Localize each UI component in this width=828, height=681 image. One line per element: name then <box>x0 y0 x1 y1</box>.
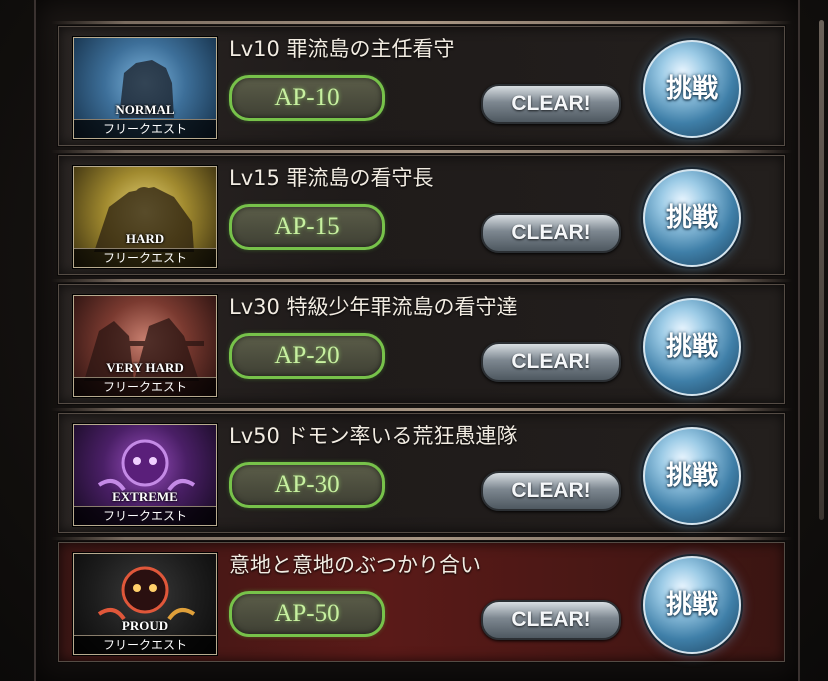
ap-cost-badge: AP-20 <box>229 333 385 379</box>
quest-row-3[interactable]: VERY HARD フリークエスト Lv30 特級少年罪流島の看守達 AP-20… <box>51 279 792 404</box>
difficulty-label: HARD <box>125 231 165 246</box>
quest-type-label: フリークエスト <box>74 119 216 138</box>
quest-thumbnail: NORMAL フリークエスト <box>73 37 217 139</box>
challenge-button[interactable]: 挑戦 <box>643 298 741 396</box>
quest-thumbnail: VERY HARD フリークエスト <box>73 295 217 397</box>
quest-title: Lv50 ドモン率いる荒狂愚連隊 <box>229 424 518 448</box>
quest-thumbnail: PROUD フリークエスト <box>73 553 217 655</box>
quest-thumbnail: HARD フリークエスト <box>73 166 217 268</box>
clear-badge: CLEAR! <box>481 600 621 640</box>
challenge-button[interactable]: 挑戦 <box>643 556 741 654</box>
quest-row-5[interactable]: PROUD フリークエスト 意地と意地のぶつかり合い AP-50 CLEAR! … <box>51 537 792 662</box>
clear-badge: CLEAR! <box>481 471 621 511</box>
ap-cost-badge: AP-30 <box>229 462 385 508</box>
difficulty-label: VERY HARD <box>106 360 184 375</box>
quest-type-label: フリークエスト <box>74 635 216 654</box>
difficulty-label: EXTREME <box>112 489 178 504</box>
difficulty-label: NORMAL <box>115 102 175 117</box>
ap-cost-badge: AP-50 <box>229 591 385 637</box>
challenge-button[interactable]: 挑戦 <box>643 169 741 267</box>
clear-badge: CLEAR! <box>481 342 621 382</box>
scrollbar[interactable] <box>819 20 824 520</box>
ap-cost-badge: AP-15 <box>229 204 385 250</box>
quest-title: Lv10 罪流島の主任看守 <box>229 37 455 61</box>
quest-title: Lv30 特級少年罪流島の看守達 <box>229 295 518 319</box>
quest-title: Lv15 罪流島の看守長 <box>229 166 434 190</box>
quest-row-2[interactable]: HARD フリークエスト Lv15 罪流島の看守長 AP-15 CLEAR! 挑… <box>51 150 792 275</box>
quest-type-label: フリークエスト <box>74 248 216 267</box>
challenge-button[interactable]: 挑戦 <box>643 427 741 525</box>
quest-thumbnail: EXTREME フリークエスト <box>73 424 217 526</box>
ap-cost-badge: AP-10 <box>229 75 385 121</box>
clear-badge: CLEAR! <box>481 84 621 124</box>
quest-title: 意地と意地のぶつかり合い <box>229 553 481 577</box>
quest-type-label: フリークエスト <box>74 506 216 525</box>
quest-row-1[interactable]: NORMAL フリークエスト Lv10 罪流島の主任看守 AP-10 CLEAR… <box>51 21 792 146</box>
quest-type-label: フリークエスト <box>74 377 216 396</box>
difficulty-label: PROUD <box>121 618 169 633</box>
clear-badge: CLEAR! <box>481 213 621 253</box>
challenge-button[interactable]: 挑戦 <box>643 40 741 138</box>
quest-row-4[interactable]: EXTREME フリークエスト Lv50 ドモン率いる荒狂愚連隊 AP-30 C… <box>51 408 792 533</box>
